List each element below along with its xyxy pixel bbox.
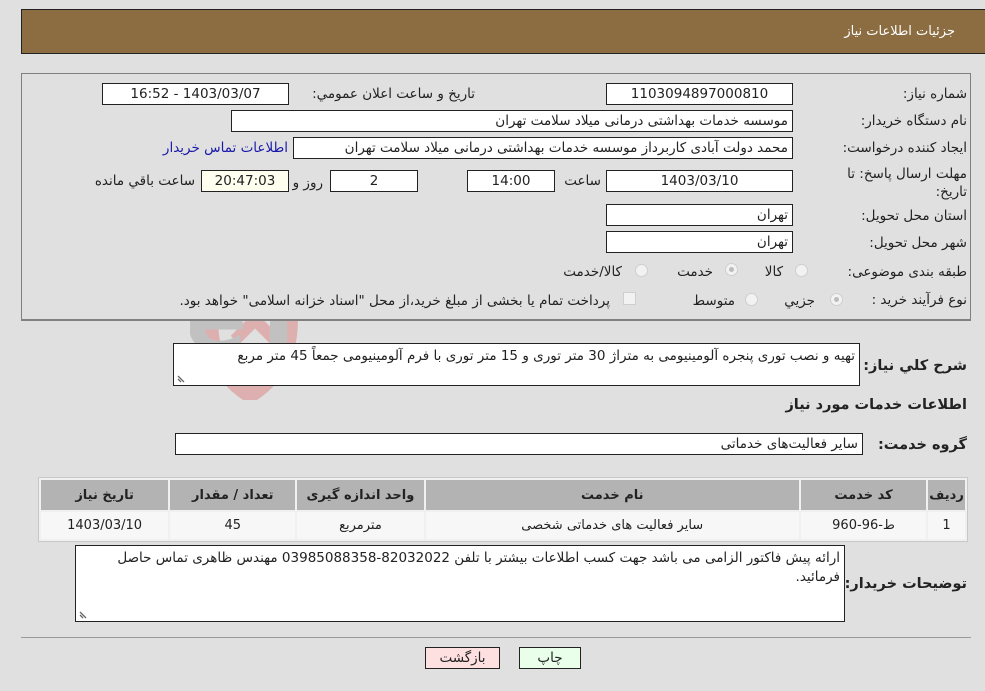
announce-datetime-field: 1403/03/07 - 16:52 (102, 83, 289, 105)
description-label: شرح کلي نیاز: (863, 358, 967, 374)
description-text: تهیه و نصب توری پنجره آلومینیومی به مترا… (237, 348, 855, 364)
services-table: ردیف کد خدمت نام خدمت واحد اندازه گیری ت… (38, 477, 968, 542)
city-label: شهر محل تحویل: (869, 235, 967, 251)
description-textarea[interactable]: تهیه و نصب توری پنجره آلومینیومی به مترا… (173, 343, 860, 386)
page-title: جزئیات اطلاعات نیاز (844, 24, 955, 39)
cell-need-date: 1403/03/10 (41, 512, 169, 539)
col-header-service-code: کد خدمت (800, 480, 927, 510)
col-header-service-name: نام خدمت (425, 480, 799, 510)
days-label: روز و (292, 175, 323, 191)
col-header-need-date: تاریخ نیاز (41, 480, 169, 510)
buyer-contact-link[interactable]: اطلاعات تماس خریدار (163, 140, 288, 156)
resize-grip-icon[interactable] (78, 609, 88, 619)
city-field: تهران (606, 231, 793, 253)
service-group-label: گروه خدمت: (877, 437, 967, 453)
buyer-org-label: نام دستگاه خریدار: (860, 113, 967, 129)
purchase-radio-minor[interactable] (830, 293, 843, 306)
services-section-title: اطلاعات خدمات مورد نیاز (785, 397, 967, 413)
page-header: جزئیات اطلاعات نیاز (21, 9, 985, 54)
buyer-notes-textarea[interactable]: ارائه پیش فاکتور الزامی می باشد جهت کسب … (75, 545, 845, 622)
treasury-note: پرداخت تمام یا بخشی از مبلغ خرید،از محل … (179, 293, 610, 309)
need-number-field: 1103094897000810 (606, 83, 793, 105)
print-button[interactable]: چاپ (519, 647, 581, 669)
table-header-row: ردیف کد خدمت نام خدمت واحد اندازه گیری ت… (41, 480, 965, 510)
footer-divider (21, 637, 971, 638)
buyer-notes-label: توضیحات خریدار: (844, 576, 967, 592)
treasury-checkbox[interactable] (623, 292, 636, 305)
deadline-time-label: ساعت (564, 173, 601, 189)
announce-datetime-label: تاریخ و ساعت اعلان عمومي: (312, 86, 475, 102)
cell-unit: مترمربع (297, 512, 424, 539)
category-radio-service[interactable] (725, 263, 738, 276)
time-remaining-label: ساعت باقي مانده (94, 173, 195, 189)
province-field: تهران (606, 204, 793, 226)
category-radio-goods[interactable] (795, 264, 808, 277)
col-header-quantity: تعداد / مقدار (170, 480, 296, 510)
time-remaining-field: 20:47:03 (201, 170, 289, 192)
purchase-radio-medium[interactable] (745, 293, 758, 306)
cell-service-name: سایر فعالیت های خدماتی شخصی (425, 512, 799, 539)
back-button[interactable]: بازگشت (425, 647, 500, 669)
purchase-option-minor: جزيي (784, 293, 815, 309)
category-label: طبقه بندی موضوعی: (847, 264, 967, 280)
col-header-row-number: ردیف (928, 480, 965, 510)
table-row: 1 ط-96-960 سایر فعالیت های خدماتی شخصی م… (41, 512, 965, 539)
need-number-label: شماره نیاز: (902, 86, 967, 102)
cell-quantity: 45 (170, 512, 296, 539)
resize-grip-icon[interactable] (176, 373, 186, 383)
buyer-org-field: موسسه خدمات بهداشتی درمانی میلاد سلامت ت… (231, 110, 793, 132)
category-option-service: خدمت (677, 264, 713, 280)
purchase-type-label: نوع فرآیند خرید : (871, 292, 967, 308)
requester-field: محمد دولت آبادی کاربرداز موسسه خدمات بهد… (293, 137, 793, 159)
purchase-option-medium: متوسط (692, 293, 735, 309)
col-header-unit: واحد اندازه گیری (297, 480, 424, 510)
province-label: استان محل تحویل: (861, 208, 967, 224)
category-option-goods-service: کالا/خدمت (563, 264, 622, 280)
deadline-label: مهلت ارسال پاسخ: تا تاریخ: (847, 166, 967, 200)
deadline-date-field: 1403/03/10 (606, 170, 793, 192)
buyer-notes-text: ارائه پیش فاکتور الزامی می باشد جهت کسب … (117, 550, 840, 585)
category-option-goods: کالا (764, 264, 783, 280)
days-remaining-field: 2 (330, 170, 418, 192)
service-group-field: سایر فعالیت‌های خدماتی (175, 433, 863, 455)
cell-row-number: 1 (928, 512, 965, 539)
deadline-time-field: 14:00 (467, 170, 555, 192)
cell-service-code: ط-96-960 (800, 512, 927, 539)
category-radio-goods-service[interactable] (635, 264, 648, 277)
requester-label: ایجاد کننده درخواست: (842, 140, 967, 156)
